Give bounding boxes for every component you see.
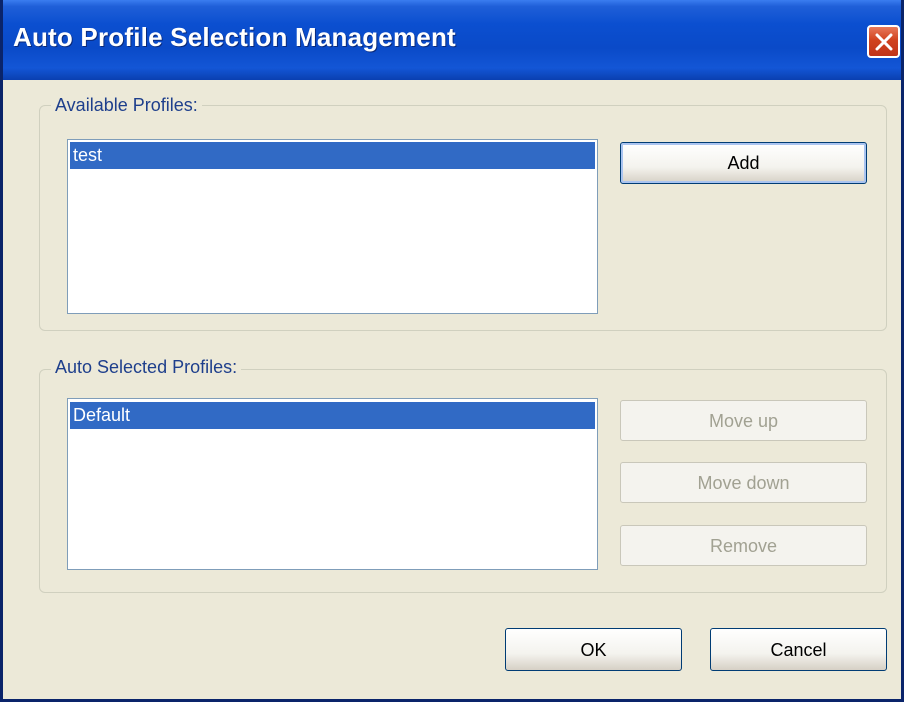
close-button[interactable] (867, 25, 900, 58)
dialog-window: Auto Profile Selection Management Availa… (0, 0, 904, 702)
ok-button[interactable]: OK (505, 628, 682, 671)
move-up-button[interactable]: Move up (620, 400, 867, 441)
auto-selected-profiles-list[interactable]: Default (67, 398, 598, 570)
move-down-button[interactable]: Move down (620, 462, 867, 503)
close-icon (875, 33, 893, 51)
auto-selected-profiles-label: Auto Selected Profiles: (51, 357, 242, 378)
add-button[interactable]: Add (620, 142, 867, 184)
remove-button[interactable]: Remove (620, 525, 867, 566)
window-title: Auto Profile Selection Management (13, 22, 456, 52)
cancel-button[interactable]: Cancel (710, 628, 887, 671)
list-item[interactable]: Default (70, 402, 595, 429)
available-profiles-list[interactable]: test (67, 139, 598, 314)
available-profiles-label: Available Profiles: (51, 95, 202, 116)
title-bar[interactable]: Auto Profile Selection Management (3, 0, 901, 80)
list-item[interactable]: test (70, 142, 595, 169)
